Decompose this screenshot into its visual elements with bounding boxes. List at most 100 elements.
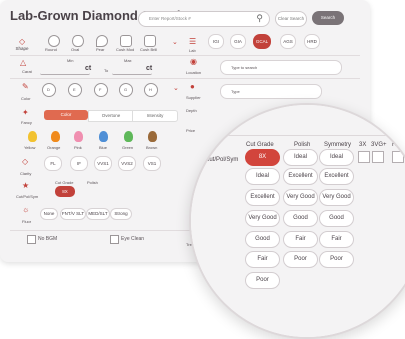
lens-cutpolsym-label: Cut/Pol/Sym — [205, 157, 239, 163]
lens-polish-chip[interactable]: Poor — [283, 251, 318, 268]
fluor-fnt-chip[interactable]: FNT/V SLT — [60, 208, 86, 220]
lens-symmetry-chip[interactable]: Excellent — [319, 168, 354, 185]
supplier-icon: ● — [190, 82, 195, 91]
lens-cut-chip[interactable]: Excellent — [245, 189, 280, 206]
carat-label: Carat — [22, 69, 32, 74]
lens-polish-chip[interactable]: Fair — [283, 231, 318, 248]
clarity-vvs1-chip[interactable]: VVS1 — [94, 156, 112, 171]
shape-cushmod-icon[interactable] — [120, 35, 132, 47]
fluor-strong-chip[interactable]: Strong — [110, 208, 132, 220]
fancy-icon: ✦ — [22, 108, 29, 117]
color-brush-icon: ✎ — [22, 82, 29, 91]
fancy-yellow-gem-icon[interactable] — [28, 131, 37, 142]
lens-3x-checkbox[interactable] — [358, 151, 370, 163]
lens-ha-header: H&A — [392, 142, 405, 148]
clarity-vvs2-chip[interactable]: VVS2 — [118, 156, 136, 171]
fancy-tab-intensity[interactable]: Intensity — [132, 110, 178, 122]
shape-oval-icon[interactable] — [72, 35, 84, 47]
color-h-chip[interactable]: H — [144, 83, 158, 97]
clarity-vs1-chip[interactable]: VS1 — [143, 156, 161, 171]
lens-cut-header: Cut Grade — [246, 142, 274, 148]
cut-8x-chip[interactable]: 8X — [55, 186, 75, 197]
lens-polish-chip[interactable]: Excellent — [283, 168, 318, 185]
shape-cushbrill-icon[interactable] — [144, 35, 156, 47]
color-label: Color — [21, 96, 31, 101]
search-placeholder: Enter Report/Stock # — [149, 16, 191, 21]
lens-cut-chip[interactable]: Poor — [245, 272, 280, 289]
lens-symmetry-chip[interactable]: Very Good — [319, 189, 354, 206]
lens-symmetry-chip[interactable]: Fair — [319, 231, 354, 248]
search-icon[interactable]: ⚲ — [256, 13, 263, 24]
eye-clean-checkbox[interactable] — [110, 235, 119, 244]
supplier-input[interactable]: Type — [220, 84, 322, 99]
lens-symmetry-chip[interactable]: Ideal — [319, 149, 354, 166]
carat-min-label: Min — [67, 58, 74, 63]
shape-round-icon[interactable] — [48, 35, 60, 47]
fluor-icon: ☼ — [22, 205, 30, 214]
fancy-green-gem-icon[interactable] — [124, 131, 133, 142]
lab-ags-chip[interactable]: AGS — [280, 34, 296, 49]
color-expand-chevron-icon[interactable]: ⌄ — [173, 84, 179, 92]
fancy-color-name: Green — [122, 145, 134, 150]
color-d-chip[interactable]: D — [42, 83, 56, 97]
color-g-chip[interactable]: G — [119, 83, 133, 97]
supplier-label: Supplier — [186, 95, 201, 100]
fancy-pink-gem-icon[interactable] — [74, 131, 83, 142]
divider — [10, 55, 360, 56]
lens-polish-chip[interactable]: Very Good — [283, 189, 318, 206]
lens-symmetry-chip[interactable]: Poor — [319, 251, 354, 268]
fancy-tab-color[interactable]: Color — [44, 110, 88, 120]
lens-cut-chip[interactable]: Ideal — [245, 168, 280, 185]
fancy-color-name: Orange — [47, 145, 61, 150]
divider — [191, 135, 405, 136]
clarity-icon: ◇ — [22, 157, 29, 166]
lab-igi-chip[interactable]: IGI — [208, 34, 224, 49]
lens-polish-chip[interactable]: Ideal — [283, 149, 318, 166]
search-button[interactable]: Search — [312, 11, 344, 25]
carat-max-unit: ct — [146, 65, 153, 72]
lab-icon: ☰ — [189, 37, 197, 46]
fluor-med-chip[interactable]: MED/SLT — [86, 208, 110, 220]
shape-name: Cush Brill — [140, 47, 158, 52]
color-e-chip[interactable]: E — [68, 83, 82, 97]
lens-content: Price ★ Cut/Pol/Sym Cut Grade Polish Sym… — [191, 105, 405, 337]
carat-min-input[interactable] — [40, 64, 90, 75]
clarity-if-chip[interactable]: IF — [70, 156, 88, 171]
divider — [10, 230, 190, 231]
lens-ha-checkbox[interactable] — [392, 151, 404, 163]
clarity-fl-chip[interactable]: FL — [44, 156, 62, 171]
lens-cut-chip[interactable]: Fair — [245, 251, 280, 268]
color-e-label: E — [73, 87, 76, 92]
color-f-chip[interactable]: F — [94, 83, 108, 97]
shape-expand-chevron-icon[interactable]: ⌄ — [172, 38, 178, 46]
location-input[interactable]: Type to search — [220, 60, 342, 75]
fancy-brown-gem-icon[interactable] — [148, 131, 157, 142]
lens-cut-chip[interactable]: Good — [245, 231, 280, 248]
fancy-blue-gem-icon[interactable] — [99, 131, 108, 142]
lab-gia-chip[interactable]: GIA — [230, 34, 246, 49]
no-bgm-checkbox[interactable] — [27, 235, 36, 244]
lab-hrd-chip[interactable]: HRD — [304, 34, 320, 49]
lens-3vg-checkbox[interactable] — [372, 151, 384, 163]
lens-symmetry-chip[interactable]: Good — [319, 210, 354, 227]
shape-icon: ◇ — [19, 37, 26, 46]
lens-cutpolsym-icon: ★ — [205, 141, 214, 152]
fancy-orange-gem-icon[interactable] — [51, 131, 60, 142]
supplier-placeholder: Type — [231, 89, 240, 94]
carat-min-unit: ct — [85, 65, 92, 72]
carat-icon: △ — [20, 58, 27, 67]
lens-cut-chip[interactable]: Very Good — [245, 210, 280, 227]
lens-3x-header: 3X — [359, 142, 367, 148]
report-search-input[interactable]: Enter Report/Stock # ⚲ — [138, 11, 270, 27]
clear-search-button[interactable]: Clear Search — [275, 11, 307, 27]
no-bgm-label: No BGM — [38, 236, 58, 242]
lab-gcal-chip[interactable]: GCAL — [253, 34, 271, 49]
lens-cut-chip[interactable]: 8X — [245, 149, 280, 166]
divider — [10, 78, 360, 79]
fluor-none-chip[interactable]: None — [40, 208, 58, 220]
lens-polish-chip[interactable]: Good — [283, 210, 318, 227]
fancy-tab-overtone[interactable]: Overtone — [88, 110, 134, 122]
carat-to: To — [104, 68, 109, 73]
shape-pear-icon[interactable] — [96, 35, 108, 47]
fluor-label: Fluor — [22, 219, 32, 224]
